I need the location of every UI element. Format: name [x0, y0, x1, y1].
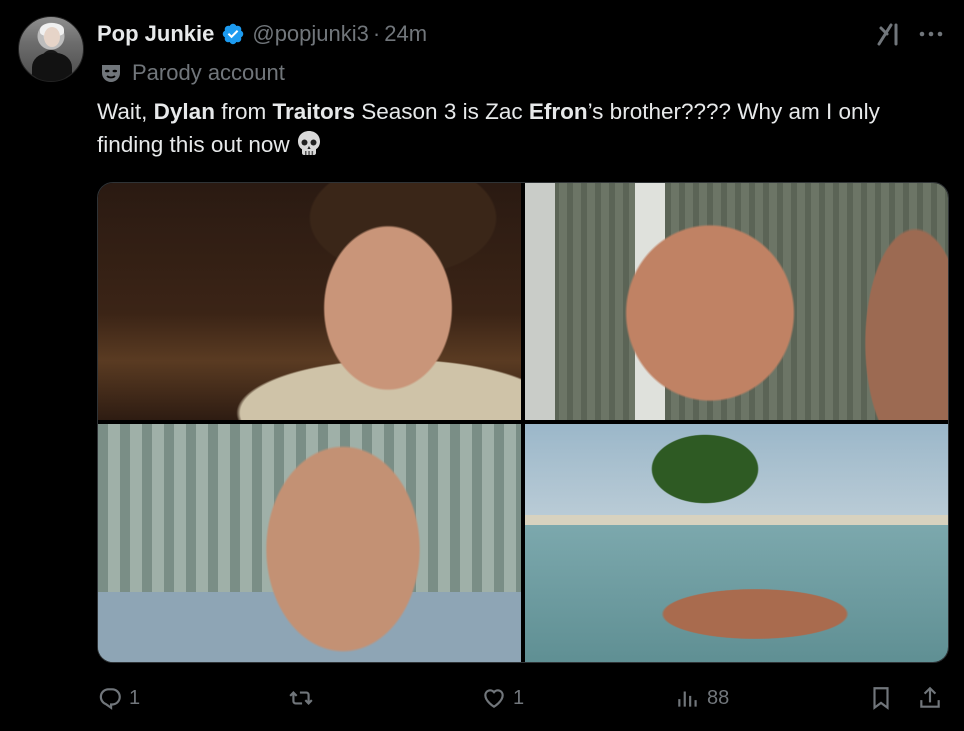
media-photo-2[interactable]: [525, 183, 948, 420]
parody-label: Parody account: [99, 59, 285, 87]
reply-button[interactable]: 1: [97, 680, 140, 716]
avatar-dress: [32, 53, 72, 81]
share-button[interactable]: [917, 680, 943, 716]
views-button[interactable]: 88: [675, 680, 729, 716]
media-photo-4[interactable]: [525, 424, 948, 662]
tweet-text-part: from: [214, 99, 273, 124]
tweet-time[interactable]: 24m: [384, 21, 427, 47]
repost-icon: [289, 691, 313, 705]
tweet-text-part: Wait,: [97, 99, 154, 124]
media-photo-1[interactable]: [98, 183, 521, 420]
repost-button[interactable]: [288, 680, 320, 716]
skull-icon: [297, 131, 320, 155]
avatar-face: [44, 27, 60, 47]
reply-count: 1: [129, 686, 141, 709]
media-photo-3[interactable]: [98, 424, 521, 662]
grok-icon[interactable]: [876, 20, 904, 48]
tweet-text: Wait, Dylan from Traitors Season 3 is Za…: [97, 95, 927, 161]
media-grid: [97, 182, 949, 663]
author-name[interactable]: Pop Junkie: [97, 21, 214, 47]
reply-icon: [99, 688, 121, 710]
tweet-text-bold: Efron: [528, 99, 588, 124]
views-count: 88: [707, 686, 730, 709]
more-icon[interactable]: [916, 20, 946, 48]
tweet-text-bold: Dylan: [153, 99, 215, 124]
author-handle[interactable]: @popjunki3: [252, 21, 369, 47]
bookmark-button[interactable]: [868, 680, 894, 716]
parody-mask-icon: [102, 65, 120, 82]
bookmark-icon: [873, 687, 889, 710]
like-icon: [484, 689, 504, 708]
like-count: 1: [513, 686, 525, 709]
separator-dot: ·: [372, 21, 381, 46]
tweet-text-bold: Traitors: [272, 99, 355, 124]
tweet-header: Pop Junkie @popjunki3 · 24m: [97, 20, 427, 48]
share-icon: [920, 686, 940, 708]
action-bar: 1 1 88: [97, 680, 949, 716]
tweet-text-part: Season 3 is Zac: [355, 99, 529, 124]
author-avatar[interactable]: [18, 16, 84, 82]
like-button[interactable]: 1: [481, 680, 524, 716]
views-icon: [678, 691, 697, 707]
parody-label-text: Parody account: [132, 60, 285, 85]
verified-badge-icon: [223, 23, 244, 45]
